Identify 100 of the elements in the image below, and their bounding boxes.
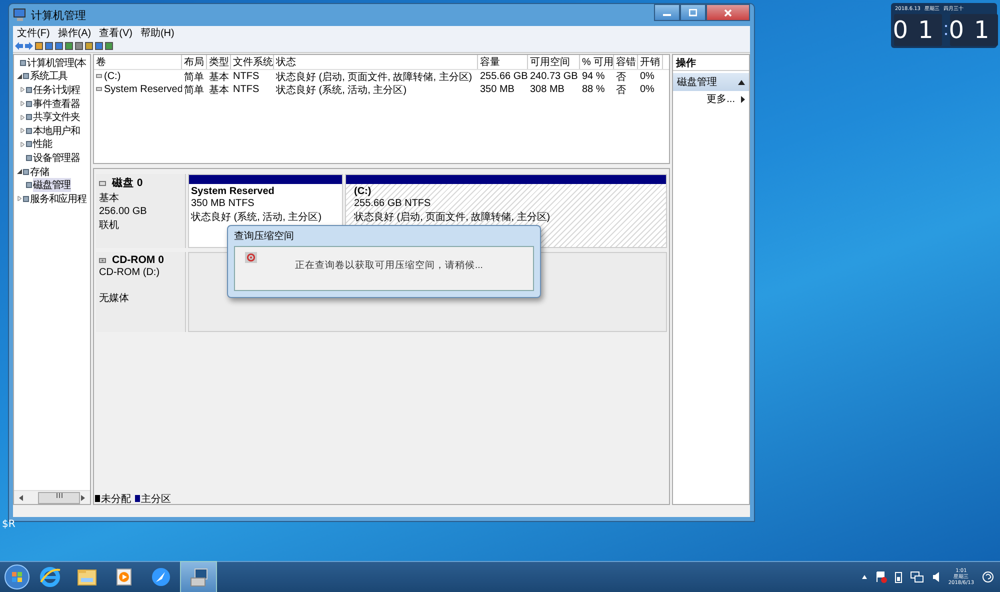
maximize-button[interactable]: [680, 4, 706, 21]
table-cell: System Reserved: [104, 84, 182, 95]
section-title: 磁盘管理: [677, 76, 717, 89]
table-cell-text: NTFS: [232, 71, 260, 82]
table-cell-text: 否: [615, 84, 627, 96]
disk-info: 联机: [99, 218, 120, 232]
disk-name: 磁盘 0: [112, 176, 143, 190]
scroll-left-icon[interactable]: [18, 494, 24, 500]
close-button[interactable]: [706, 4, 750, 21]
menu-item[interactable]: 查看(V): [97, 26, 134, 40]
disk-info: 无媒体: [99, 292, 130, 305]
column-header[interactable]: 容量: [478, 55, 528, 69]
submenu-arrow-icon: [741, 96, 745, 102]
partition-status: 状态良好 (系统, 活动, 主分区): [191, 210, 323, 224]
disk-info: 256.00 GB: [99, 206, 148, 217]
back-arrow-icon[interactable]: [15, 42, 23, 50]
scroll-right-icon[interactable]: [80, 494, 86, 500]
tree-item[interactable]: 设备管理器: [33, 150, 80, 165]
drive-icon: [96, 87, 102, 92]
maximize-icon: [689, 8, 697, 16]
tree-item[interactable]: 服务和应用程: [30, 192, 86, 206]
column-header[interactable]: 状态: [274, 55, 478, 69]
menu-item[interactable]: 操作(A): [56, 26, 94, 40]
tree-item[interactable]: 磁盘管理: [33, 178, 71, 192]
tree-node-icon: [23, 73, 29, 80]
menu-item[interactable]: 帮助(H): [138, 26, 176, 40]
taskbar-app-button[interactable]: [180, 561, 217, 592]
drive-icon: [96, 74, 102, 79]
show-hidden-icons-icon[interactable]: [862, 575, 868, 579]
clock-digits: 01: [894, 14, 942, 46]
start-button[interactable]: [4, 564, 30, 590]
clock-digits: 01: [950, 14, 998, 46]
menu-item[interactable]: 文件(F): [15, 26, 52, 40]
table-cell-text: 简单: [183, 84, 205, 96]
tree-node-icon: [20, 60, 26, 66]
computer-icon: [13, 8, 27, 22]
table-cell-text: 否: [615, 70, 627, 84]
tree-item[interactable]: 共享文件夹: [33, 110, 80, 124]
table-cell-text: 状态良好 (启动, 页面文件, 故障转储, 主分区): [275, 70, 474, 84]
table-cell-text: 308 MB: [529, 84, 566, 95]
minimize-button[interactable]: [654, 4, 680, 21]
tree-node-icon: [26, 114, 32, 120]
column-header[interactable]: 文件系统: [231, 55, 274, 69]
table-cell-text: 350 MB: [479, 84, 516, 95]
action-link[interactable]: 更多...: [706, 92, 735, 106]
help-icon[interactable]: [982, 571, 994, 583]
dialog-title: 查询压缩空间: [234, 230, 294, 243]
column-header[interactable]: 容错: [614, 55, 638, 69]
column-header[interactable]: 布局: [182, 55, 207, 69]
table-cell-text: 0%: [639, 84, 656, 95]
column-header[interactable]: 类型: [207, 55, 231, 69]
computer-icon: [188, 566, 210, 588]
close-icon: [724, 8, 732, 16]
legend-label: 未分配: [101, 493, 131, 504]
partition-size: 350 MB NTFS: [191, 198, 256, 209]
tree-item[interactable]: 存储: [30, 164, 49, 179]
scrollbar-thumb[interactable]: [38, 492, 80, 504]
disk-info-panel[interactable]: CD-ROM 0 CD-ROM (D:) 无媒体: [96, 252, 186, 332]
battery-icon[interactable]: [895, 571, 902, 583]
forward-arrow-icon[interactable]: [25, 42, 33, 50]
column-header[interactable]: 开销: [638, 55, 663, 69]
table-cell-text: 0%: [639, 71, 656, 82]
table-cell-text: 94 %: [581, 71, 606, 82]
tree-item[interactable]: 本地用户和: [33, 124, 80, 138]
table-cell: (C:): [104, 71, 121, 82]
tree-node-icon: [23, 196, 29, 202]
table-cell-text: 基本: [208, 70, 230, 84]
table-cell-text: 88 %: [581, 84, 606, 95]
action-section-header[interactable]: 磁盘管理: [673, 73, 749, 91]
disk-name: CD-ROM 0: [112, 254, 164, 266]
disk-info-panel[interactable]: 磁盘 0 基本 256.00 GB 联机: [96, 174, 186, 248]
tree-node-icon: [26, 128, 32, 134]
expanded-arrow-icon[interactable]: [17, 74, 22, 79]
tree-item[interactable]: 系统工具: [30, 69, 68, 84]
column-header[interactable]: % 可用: [580, 55, 614, 69]
tree-item[interactable]: 任务计划程: [33, 82, 80, 97]
partition-name: System Reserved: [191, 186, 276, 197]
tree-node-icon: [26, 182, 32, 188]
partition-name: (C:): [354, 186, 372, 197]
partition-size: 255.66 GB NTFS: [354, 198, 432, 209]
browser-icon: [38, 566, 60, 588]
partition-status: 状态良好 (启动, 页面文件, 故障转储, 主分区): [354, 210, 552, 224]
network-icon[interactable]: [910, 571, 924, 583]
table-cell-text: 255.66 GB: [479, 71, 528, 82]
tree-node-icon: [26, 154, 32, 161]
collapse-arrow-icon[interactable]: [738, 80, 745, 84]
legend-label: 主分区: [141, 493, 171, 504]
expanded-arrow-icon[interactable]: [17, 169, 22, 174]
grip-icon: [56, 492, 62, 498]
column-header[interactable]: 可用空间: [528, 55, 580, 69]
flag-icon[interactable]: [875, 571, 888, 583]
compass-icon: [150, 566, 172, 588]
table-cell-text: 240.73 GB: [529, 71, 579, 82]
tree-node-icon: [23, 168, 29, 175]
speaker-icon[interactable]: [932, 571, 940, 583]
tree-item[interactable]: 计算机管理(本: [27, 56, 86, 70]
tree-item[interactable]: 性能: [33, 137, 52, 152]
tree-item[interactable]: 事件查看器: [33, 96, 80, 111]
circle-icon: [245, 252, 257, 263]
column-header[interactable]: 卷: [94, 55, 182, 69]
